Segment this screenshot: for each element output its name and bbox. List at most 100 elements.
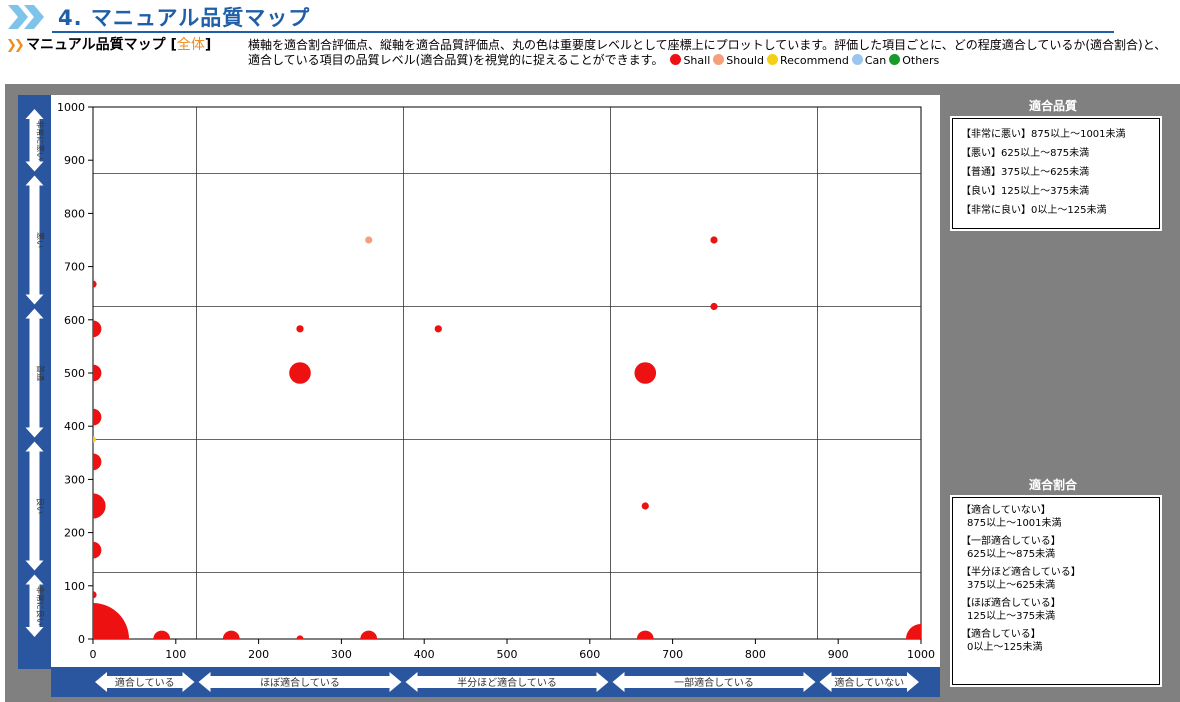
data-point-shall: [710, 302, 718, 311]
ratio-item-compliant: 【適合している】 0以上～125未満: [961, 628, 1151, 654]
y-band-arrows: 非常に悪い悪い普通良い非常に良い: [25, 109, 46, 637]
map-scope-label: 全体: [176, 37, 205, 53]
quality-range-normal: 【普通】375以上～625未満: [961, 167, 1090, 178]
double-chevron-icon: [8, 5, 44, 29]
legend-label-can: Can: [864, 54, 887, 67]
y-tick-label: 500: [64, 367, 85, 380]
x-tick-label: 100: [165, 648, 186, 661]
data-point-shall: [222, 630, 240, 639]
x-tick-label: 800: [745, 648, 766, 661]
x-tick-label: 0: [90, 648, 97, 661]
quality-range-very-bad: 【非常に悪い】875以上～1001未満: [961, 129, 1126, 140]
x-band-label: ほぼ適合している: [260, 676, 340, 689]
ratio-name: 【適合している】: [961, 629, 1041, 640]
double-arrow-icon: ❯❯: [6, 38, 25, 53]
legend-label-should: Should: [726, 54, 764, 67]
intro-section: ❯❯ マニュアル品質マップ [全体] 横軸を適合割合評価点、縦軸を適合品質評価点…: [6, 38, 1176, 72]
x-tick-label: 300: [331, 648, 352, 661]
data-point-shall: [93, 453, 102, 471]
x-tick-label: 400: [414, 648, 435, 661]
data-point-shall: [93, 320, 102, 338]
y-band-label: 悪い: [36, 232, 45, 248]
y-tick-label: 200: [64, 527, 85, 540]
data-point-shall: [93, 364, 102, 382]
title-underline: [52, 31, 1114, 33]
y-tick-label: 800: [64, 207, 85, 220]
x-band-label: 半分ほど適合している: [457, 676, 557, 689]
y-tick-label: 1000: [57, 101, 85, 114]
y-tick-label: 600: [64, 314, 85, 327]
legend-dot-others: [889, 54, 901, 65]
data-point-shall: [636, 630, 654, 639]
x-tick-label: 600: [579, 648, 600, 661]
data-point-shall: [434, 325, 442, 333]
ratio-item-half-compliant: 【半分ほど適合している】 375以上～625未満: [961, 566, 1151, 592]
x-tick-label: 1000: [907, 648, 935, 661]
y-tick-label: 0: [78, 633, 85, 646]
x-tick-label: 200: [248, 648, 269, 661]
ratio-panel: 【適合していない】 875以上～1001未満 【一部適合している】 625以上～87…: [950, 495, 1162, 687]
x-band-label: 一部適合している: [674, 676, 754, 689]
legend-label-recommend: Recommend: [779, 54, 849, 67]
ratio-name: 【半分ほど適合している】: [961, 567, 1081, 578]
y-tick-label: 100: [64, 580, 85, 593]
map-label-suffix: ]: [204, 37, 212, 53]
x-band-label: 適合していない: [834, 676, 904, 689]
quality-range-good: 【良い】125以上～375未満: [961, 186, 1090, 197]
quality-range-bad: 【悪い】625以上～875未満: [961, 148, 1090, 159]
x-band-arrows: 適合している ほぼ適合している 半分ほど適合している 一部適合している 適合していない: [95, 672, 919, 692]
intro-description: 横軸を適合割合評価点、縦軸を適合品質評価点、丸の色は重要度レベルとして座標上にプ…: [248, 38, 1178, 68]
data-point-shall: [93, 591, 97, 599]
data-point-shall: [153, 630, 171, 639]
ratio-name: 【適合していない】: [961, 505, 1051, 516]
data-point-shall: [93, 280, 97, 288]
importance-legend: Shall Should Recommend Can Others: [667, 53, 939, 68]
data-point-shall: [641, 502, 649, 510]
ratio-name: 【一部適合している】: [961, 536, 1061, 547]
data-point-shall: [93, 408, 102, 426]
map-label-prefix: マニュアル品質マップ [: [26, 37, 177, 53]
x-tick-label: 900: [828, 648, 849, 661]
y-tick-label: 400: [64, 420, 85, 433]
data-point-shall: [296, 635, 304, 639]
page-header: 4. マニュアル品質マップ: [0, 0, 1180, 34]
ratio-range: 625以上～875未満: [967, 549, 1056, 560]
data-point-shall: [93, 493, 106, 519]
ratio-panel-title: 適合割合: [1028, 478, 1077, 492]
plot-frame: [92, 106, 922, 640]
quality-panel: 【非常に悪い】875以上～1001未満 【悪い】625以上～875未満 【普通】…: [950, 116, 1162, 231]
x-tick-label: 700: [662, 648, 683, 661]
y-band-label: 良い: [36, 498, 46, 514]
x-band-label: 適合している: [115, 676, 175, 689]
y-band-label: 非常に良い: [36, 586, 46, 626]
ratio-item-partly-compliant: 【一部適合している】 625以上～875未満: [961, 535, 1151, 561]
ratio-range: 125以上～375未満: [967, 611, 1056, 622]
y-tick-label: 700: [64, 261, 85, 274]
y-band-label: 普通: [36, 365, 46, 381]
page-title: 4. マニュアル品質マップ: [58, 6, 311, 30]
data-point-should: [365, 236, 373, 244]
legend-dot-should: [713, 54, 725, 65]
ratio-item-mostly-compliant: 【ほぼ適合している】 125以上～375未満: [961, 597, 1151, 623]
quality-range-very-good: 【非常に良い】0以上～125未満: [961, 205, 1107, 216]
y-tick-label: 300: [64, 473, 85, 486]
ratio-name: 【ほぼ適合している】: [961, 598, 1061, 609]
map-label: マニュアル品質マップ [全体]: [26, 38, 211, 53]
quality-panel-title: 適合品質: [1028, 99, 1077, 113]
data-point-shall: [360, 630, 378, 639]
data-point-shall: [296, 325, 304, 333]
ratio-range: 375以上～625未満: [967, 580, 1056, 591]
legend-dot-shall: [670, 54, 682, 65]
legend-label-others: Others: [902, 54, 940, 67]
ratio-range: 0以上～125未満: [967, 642, 1043, 653]
data-point-shall: [634, 362, 657, 384]
data-point-shall: [710, 236, 718, 244]
ratio-range: 875以上～1001未満: [967, 518, 1062, 529]
y-band-label: 非常に悪い: [36, 120, 46, 160]
y-tick-label: 900: [64, 154, 85, 167]
legend-dot-recommend: [766, 54, 778, 65]
ratio-item-not-compliant: 【適合していない】 875以上～1001未満: [961, 504, 1151, 530]
data-point-shall: [93, 603, 129, 639]
x-tick-label: 500: [497, 648, 518, 661]
data-point-shall: [93, 541, 102, 559]
